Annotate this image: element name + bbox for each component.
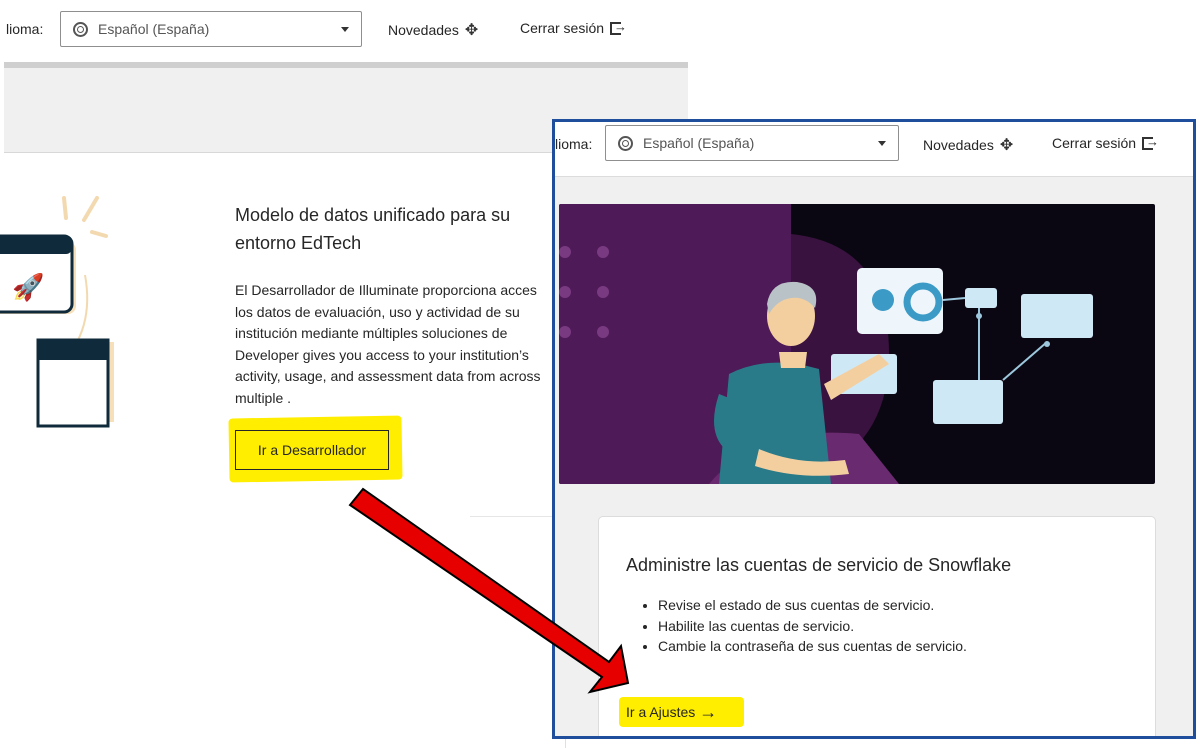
logout-label: Cerrar sesión bbox=[1052, 135, 1137, 151]
body-line: institución mediante múltiples solucione… bbox=[235, 325, 508, 341]
chevron-down-icon bbox=[878, 140, 886, 146]
news-button[interactable]: Novedades ✥ bbox=[923, 135, 1013, 155]
language-icon bbox=[618, 135, 633, 151]
list-item: Revise el estado de sus cuentas de servi… bbox=[658, 595, 967, 616]
developer-title-line: Modelo de datos unificado para su bbox=[235, 205, 511, 225]
rocket-icon: 🚀 bbox=[12, 272, 44, 303]
language-select-value: Español (España) bbox=[643, 135, 755, 151]
go-to-settings-link[interactable]: Ir a Ajustes → bbox=[626, 703, 717, 721]
logout-label: Cerrar sesión bbox=[520, 20, 605, 36]
news-icon: ✥ bbox=[464, 22, 479, 39]
language-select[interactable]: Español (España) bbox=[605, 125, 899, 161]
list-item: Cambie la contraseña de sus cuentas de s… bbox=[658, 636, 967, 657]
body-line: los datos de evaluación, uso y actividad… bbox=[235, 303, 520, 320]
go-to-developer-button[interactable]: Ir a Desarrollador bbox=[235, 430, 389, 470]
body-line: El Desarrollador de Illuminate proporcio… bbox=[235, 282, 537, 298]
body-line: activity, usage, and assessment data fro… bbox=[235, 368, 541, 384]
rocket-illustration: 🚀 bbox=[0, 196, 114, 428]
snowflake-card-title: Administre las cuentas de servicio de Sn… bbox=[626, 555, 1012, 575]
news-label: Novedades bbox=[923, 137, 994, 153]
body-line: multiple . bbox=[235, 389, 292, 406]
body-line: Developer gives you access to your insti… bbox=[235, 346, 529, 363]
chevron-down-icon bbox=[341, 26, 349, 32]
language-select[interactable]: Español (España) bbox=[60, 11, 362, 47]
logout-button[interactable]: Cerrar sesión bbox=[520, 19, 627, 37]
logout-button[interactable]: Cerrar sesión bbox=[1052, 134, 1159, 152]
language-label: lioma: bbox=[6, 21, 44, 37]
settings-link-label: Ir a Ajustes bbox=[626, 704, 696, 720]
logout-icon bbox=[1142, 134, 1159, 150]
foreground-screenshot: lioma: Español (España) Novedades ✥ Cerr… bbox=[552, 119, 1196, 739]
hero-illustration bbox=[559, 204, 1155, 484]
snowflake-feature-list: Revise el estado de sus cuentas de servi… bbox=[626, 595, 967, 657]
arrow-right-icon: → bbox=[699, 702, 718, 722]
news-button[interactable]: Novedades ✥ bbox=[388, 20, 478, 40]
developer-card-body: El Desarrollador de Illuminate proporcio… bbox=[235, 280, 555, 409]
page-header: lioma: Español (España) Novedades ✥ Cerr… bbox=[555, 122, 1193, 177]
developer-title-line: entorno EdTech bbox=[235, 233, 362, 253]
developer-card-title: Modelo de datos unificado para su entorn… bbox=[235, 201, 565, 257]
snowflake-card: Administre las cuentas de servicio de Sn… bbox=[598, 516, 1156, 736]
language-label: lioma: bbox=[555, 136, 593, 152]
news-icon: ✥ bbox=[999, 137, 1014, 154]
list-item: Habilite las cuentas de servicio. bbox=[658, 616, 967, 637]
language-icon bbox=[73, 21, 88, 37]
language-select-value: Español (España) bbox=[98, 21, 210, 37]
news-label: Novedades bbox=[388, 22, 459, 38]
logout-icon bbox=[610, 19, 627, 35]
